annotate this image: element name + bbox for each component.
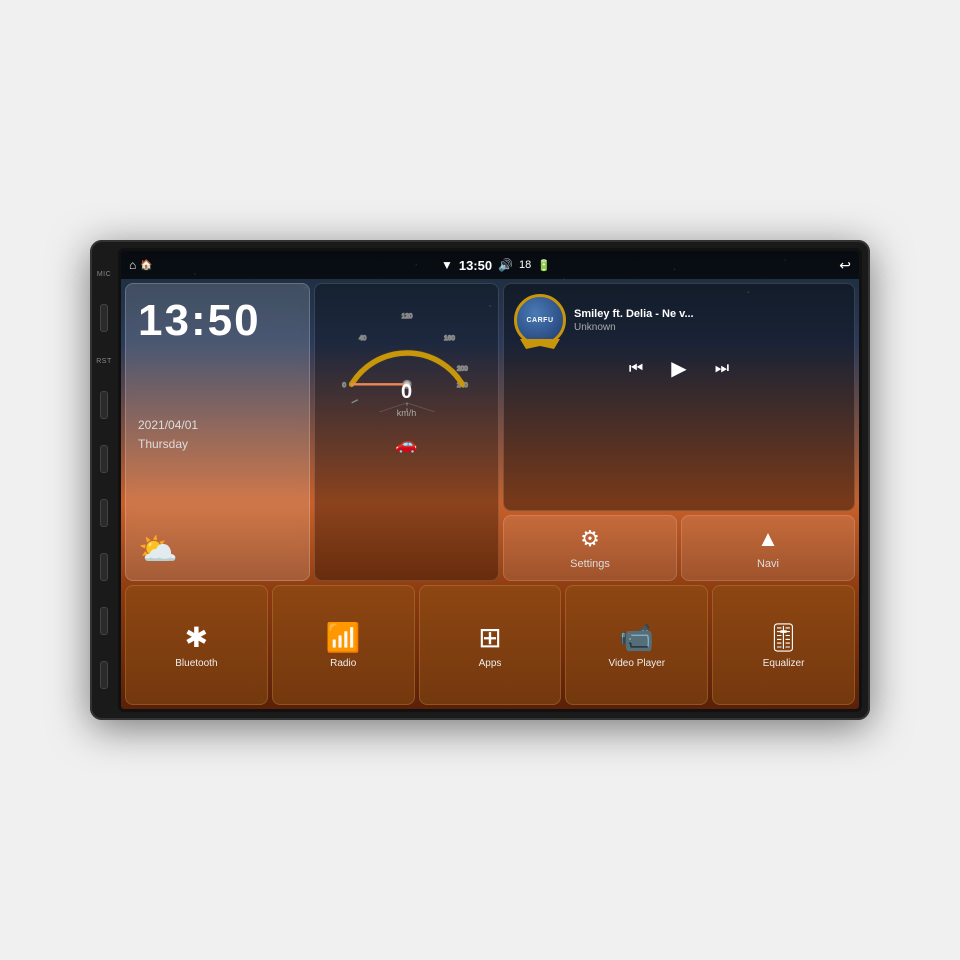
svg-text:160: 160 (444, 335, 455, 342)
prev-track-button[interactable]: ⏮ (625, 356, 647, 382)
radio-icon: 📶 (326, 621, 361, 654)
apps-button[interactable]: ⊞ Apps (419, 585, 562, 705)
bottom-bar: ✱ Bluetooth 📶 Radio ⊞ Apps 📹 Video Playe… (125, 585, 855, 705)
mic-label: MIC (97, 271, 111, 278)
volume-value: 18 (519, 259, 531, 271)
music-info: Smiley ft. Delia - Ne v... Unknown (574, 308, 844, 333)
apps-icon: ⊞ (478, 621, 501, 654)
svg-text:200: 200 (456, 365, 467, 372)
date-value: 2021/04/01 (138, 418, 198, 432)
speed-value: 0 (401, 381, 412, 404)
widget-grid: 13:50 2021/04/01 Thursday ⛅ (121, 279, 859, 709)
status-left: ⌂ 🏠 (129, 258, 153, 272)
album-art: CARFU (514, 294, 566, 346)
map-status-icon: 🏠 (140, 260, 152, 271)
wifi-icon: ▼ (441, 258, 453, 272)
bluetooth-button[interactable]: ✱ Bluetooth (125, 585, 268, 705)
vol-down-button[interactable] (100, 607, 108, 635)
ribbon (520, 339, 560, 349)
navi-button[interactable]: ▲ Navi (681, 515, 855, 581)
navi-icon: ▲ (757, 526, 779, 552)
settings-button[interactable]: ⚙ Settings (503, 515, 677, 581)
music-artist: Unknown (574, 322, 844, 333)
status-right: ↩ (839, 257, 851, 274)
home-status-icon: ⌂ (129, 258, 136, 272)
screen-bg: ⌂ 🏠 ▼ 13:50 🔊 18 🔋 ↩ 13:50 (121, 251, 859, 709)
clock-date-display: 2021/04/01 Thursday (138, 416, 297, 454)
day-value: Thursday (138, 437, 188, 451)
weather-icon: ⛅ (138, 530, 297, 568)
settings-label: Settings (570, 558, 610, 570)
status-center: ▼ 13:50 🔊 18 🔋 (153, 258, 840, 273)
rst-label: RST (96, 358, 112, 365)
bluetooth-icon: ✱ (185, 621, 208, 654)
bluetooth-label: Bluetooth (175, 658, 217, 669)
back-button[interactable] (100, 553, 108, 581)
vol-up-button[interactable] (100, 661, 108, 689)
music-widget: CARFU Smiley ft. Delia - Ne v... Unknown… (503, 283, 855, 511)
power-button[interactable] (100, 445, 108, 473)
video-player-button[interactable]: 📹 Video Player (565, 585, 708, 705)
next-track-button[interactable]: ⏭ (711, 356, 733, 382)
rst-button[interactable] (100, 391, 108, 419)
radio-label: Radio (330, 658, 356, 669)
car-icon: 🚗 (395, 434, 417, 455)
home-button[interactable] (100, 499, 108, 527)
apps-label: Apps (479, 658, 502, 669)
screen: ⌂ 🏠 ▼ 13:50 🔊 18 🔋 ↩ 13:50 (118, 248, 862, 712)
navi-label: Navi (757, 558, 779, 570)
equalizer-button[interactable]: 🎚 Equalizer (712, 585, 855, 705)
volume-icon: 🔊 (498, 258, 513, 272)
speedo-container: 0 40 120 160 200 (327, 292, 487, 432)
speedometer-widget: 0 40 120 160 200 (314, 283, 499, 581)
mic-button[interactable] (100, 304, 108, 332)
speed-unit: km/h (397, 408, 417, 418)
status-bar: ⌂ 🏠 ▼ 13:50 🔊 18 🔋 ↩ (121, 251, 859, 279)
equalizer-label: Equalizer (763, 658, 805, 669)
battery-icon: 🔋 (537, 259, 551, 272)
svg-text:40: 40 (359, 335, 367, 342)
svg-text:120: 120 (401, 313, 412, 320)
status-time: 13:50 (459, 258, 492, 273)
video-icon: 📹 (619, 621, 654, 654)
stereo-unit: MIC RST ⌂ 🏠 ▼ 13:50 🔊 18 (90, 240, 870, 720)
music-controls: ⏮ ▶ ⏭ (514, 352, 844, 385)
clock-time-display: 13:50 (138, 296, 297, 346)
carfu-text: CARFU (527, 317, 554, 324)
play-pause-button[interactable]: ▶ (667, 352, 690, 385)
right-column: CARFU Smiley ft. Delia - Ne v... Unknown… (503, 283, 855, 581)
svg-text:0: 0 (342, 382, 346, 389)
back-icon[interactable]: ↩ (839, 257, 851, 274)
settings-navi-row: ⚙ Settings ▲ Navi (503, 515, 855, 581)
video-player-label: Video Player (609, 658, 666, 669)
radio-button[interactable]: 📶 Radio (272, 585, 415, 705)
music-top: CARFU Smiley ft. Delia - Ne v... Unknown (514, 294, 844, 346)
side-buttons-panel: MIC RST (90, 248, 118, 712)
clock-widget: 13:50 2021/04/01 Thursday ⛅ (125, 283, 310, 581)
settings-icon: ⚙ (580, 526, 600, 552)
music-title: Smiley ft. Delia - Ne v... (574, 308, 844, 320)
equalizer-icon: 🎚 (766, 621, 802, 654)
